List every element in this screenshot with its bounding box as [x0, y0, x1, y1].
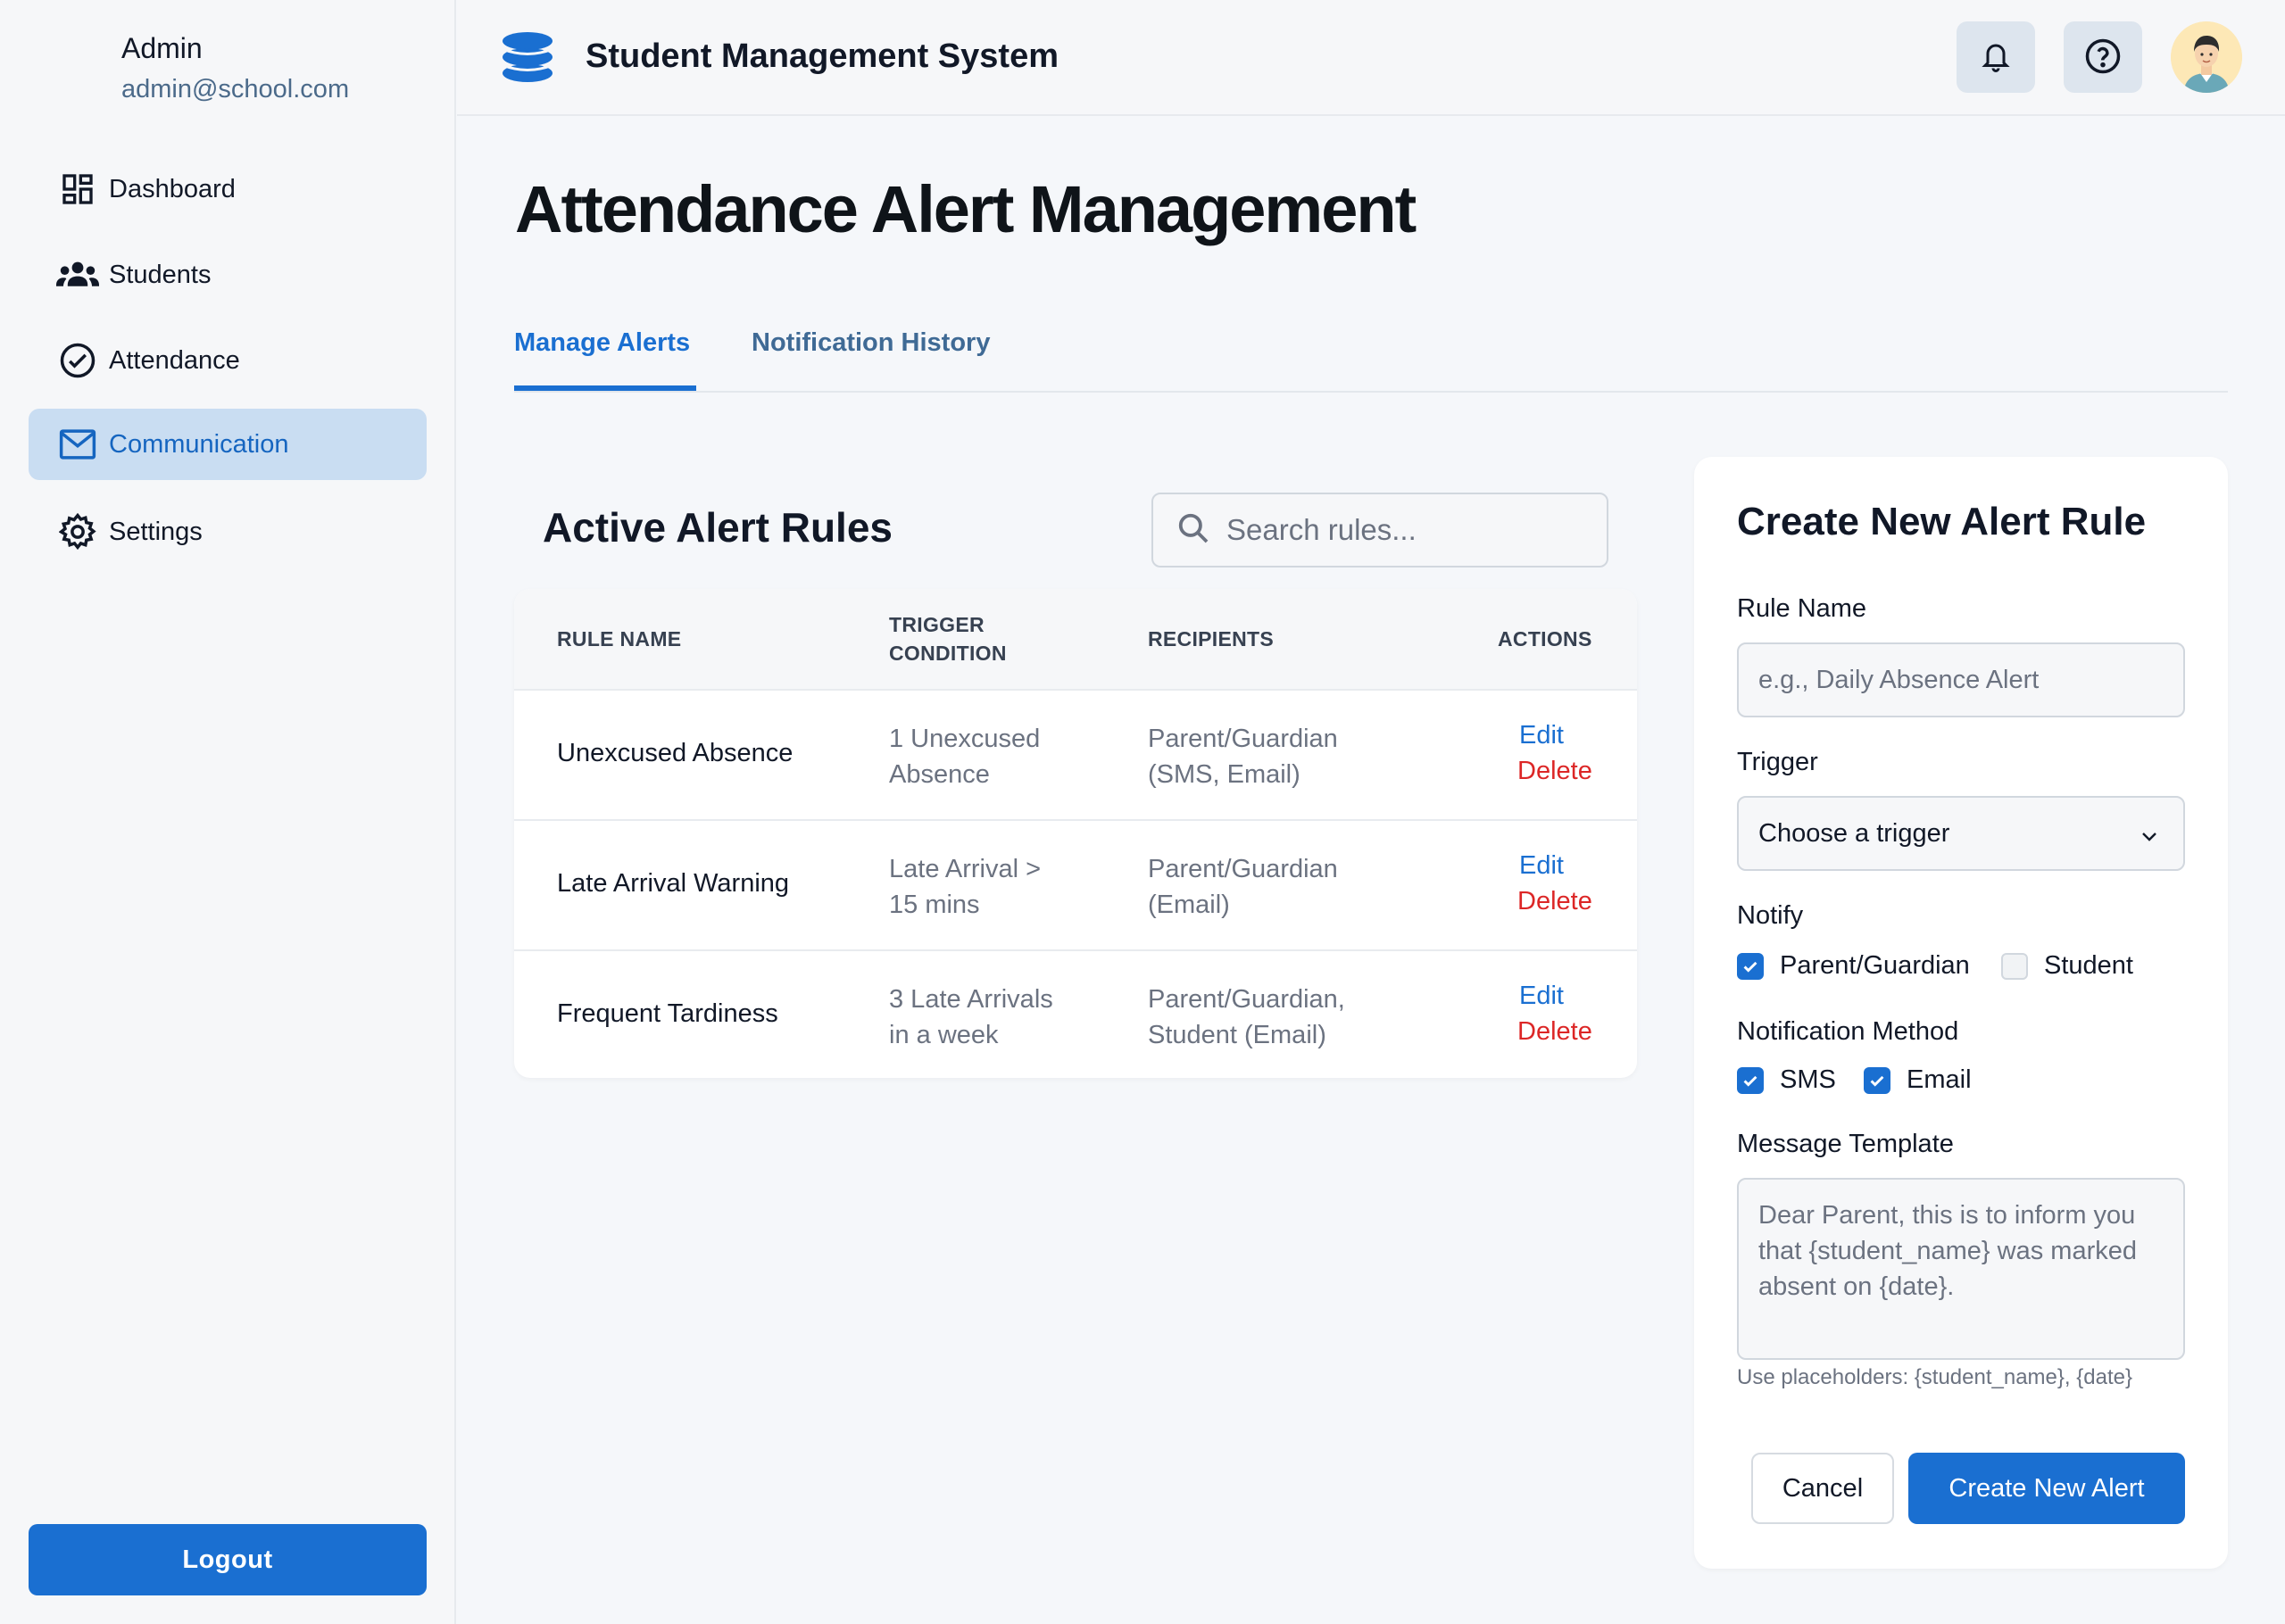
sidebar-item-label: Communication [109, 429, 289, 459]
recipients: Parent/Guardian [1148, 725, 1338, 753]
trigger-select[interactable]: Choose a trigger [1737, 796, 2185, 871]
edit-button[interactable]: Edit [1519, 851, 1564, 881]
recipients: Student (Email) [1148, 1021, 1326, 1049]
user-email: admin@school.com [121, 75, 350, 104]
column-header-recipients: RECIPIENTS [1148, 627, 1275, 650]
edit-button[interactable]: Edit [1519, 721, 1564, 750]
rule-name-input[interactable] [1737, 642, 2185, 717]
notifications-button[interactable] [1957, 21, 2035, 93]
sidebar-item-label: Attendance [109, 345, 240, 375]
delete-button[interactable]: Delete [1517, 757, 1592, 786]
cancel-button[interactable]: Cancel [1751, 1453, 1894, 1524]
message-template-textarea[interactable]: Dear Parent, this is to inform you that … [1737, 1178, 2185, 1360]
sidebar-item-settings[interactable]: Settings [29, 496, 427, 568]
database-logo-icon [502, 32, 553, 87]
tab-manage-alerts[interactable]: Manage Alerts [514, 328, 690, 358]
sidebar-item-dashboard[interactable]: Dashboard [29, 153, 427, 225]
student-checkbox[interactable] [2001, 953, 2028, 980]
sidebar-item-students[interactable]: Students [29, 239, 427, 311]
table-header: RULE NAME TRIGGER CONDITION RECIPIENTS A… [514, 589, 1637, 689]
form-title: Create New Alert Rule [1737, 500, 2147, 543]
sms-label: SMS [1780, 1065, 1836, 1094]
column-header-actions: ACTIONS [1498, 627, 1592, 650]
sidebar: Admin admin@school.com Dashboard Student… [0, 0, 456, 1624]
active-tab-indicator [514, 385, 696, 391]
sidebar-item-label: Students [109, 260, 212, 289]
template-line: Dear Parent, this is to inform you [1758, 1201, 2136, 1230]
placeholder-hint: Use placeholders: {student_name}, {date} [1737, 1365, 2132, 1389]
app-title: Student Management System [586, 37, 1059, 75]
recipients: Parent/Guardian [1148, 855, 1338, 883]
trigger-condition: Late Arrival > [889, 855, 1042, 883]
recipients: (Email) [1148, 891, 1230, 919]
email-label: Email [1907, 1065, 1972, 1094]
column-header-trigger: TRIGGER [889, 613, 985, 636]
sidebar-item-communication[interactable]: Communication [29, 409, 427, 480]
users-icon [29, 239, 114, 311]
rule-name: Frequent Tardiness [557, 999, 778, 1028]
trigger-condition: in a week [889, 1021, 999, 1049]
user-name: Admin [121, 32, 203, 64]
rule-name: Unexcused Absence [557, 739, 794, 767]
logout-button[interactable]: Logout [29, 1524, 427, 1595]
check-circle-icon [29, 325, 114, 396]
search-box[interactable] [1151, 493, 1608, 568]
section-title: Active Alert Rules [543, 504, 893, 551]
rule-name-label: Rule Name [1737, 594, 1867, 623]
sidebar-item-attendance[interactable]: Attendance [29, 325, 427, 396]
avatar[interactable] [2171, 21, 2242, 93]
chevron-down-icon [2139, 824, 2160, 854]
parent-guardian-label: Parent/Guardian [1780, 951, 1970, 980]
sidebar-item-label: Settings [109, 517, 203, 546]
trigger-select-value: Choose a trigger [1758, 818, 1950, 848]
notification-method-label: Notification Method [1737, 1017, 1959, 1046]
help-icon [2084, 37, 2122, 78]
sidebar-item-label: Dashboard [109, 174, 236, 203]
trigger-condition: Absence [889, 760, 990, 789]
top-header: Student Management System [457, 0, 2285, 116]
delete-button[interactable]: Delete [1517, 887, 1592, 916]
create-alert-form: Create New Alert Rule Rule Name Trigger … [1694, 457, 2228, 1569]
search-icon [1176, 511, 1210, 550]
column-header-condition: CONDITION [889, 642, 1007, 665]
trigger-condition: 3 Late Arrivals [889, 985, 1053, 1014]
trigger-label: Trigger [1737, 748, 1818, 776]
delete-button[interactable]: Delete [1517, 1017, 1592, 1047]
tab-notification-history[interactable]: Notification History [752, 328, 990, 358]
tab-bar: Manage Alerts Notification History [514, 321, 2228, 393]
template-line: that {student_name} was marked [1758, 1237, 2137, 1265]
student-label: Student [2044, 951, 2133, 980]
help-button[interactable] [2064, 21, 2142, 93]
table-row: Late Arrival Warning Late Arrival > 15 m… [514, 819, 1637, 949]
trigger-condition: 15 mins [889, 891, 980, 919]
table-row: Unexcused Absence 1 Unexcused Absence Pa… [514, 689, 1637, 819]
bell-icon [1980, 38, 2012, 77]
page-title: Attendance Alert Management [515, 172, 1417, 246]
create-alert-button[interactable]: Create New Alert [1908, 1453, 2185, 1524]
template-line: absent on {date}. [1758, 1272, 1955, 1301]
parent-guardian-checkbox[interactable] [1737, 953, 1764, 980]
column-header-rule-name: RULE NAME [557, 627, 682, 650]
notify-label: Notify [1737, 901, 1804, 930]
rule-name: Late Arrival Warning [557, 869, 790, 898]
message-template-label: Message Template [1737, 1130, 1954, 1158]
recipients: Parent/Guardian, [1148, 985, 1345, 1014]
alert-rules-table: RULE NAME TRIGGER CONDITION RECIPIENTS A… [514, 589, 1637, 1078]
table-row: Frequent Tardiness 3 Late Arrivals in a … [514, 949, 1637, 1080]
sms-checkbox[interactable] [1737, 1067, 1764, 1094]
dashboard-icon [29, 153, 114, 225]
mail-icon [29, 409, 114, 480]
gear-icon [29, 496, 114, 568]
recipients: (SMS, Email) [1148, 760, 1300, 789]
email-checkbox[interactable] [1864, 1067, 1890, 1094]
search-input[interactable] [1226, 513, 1583, 547]
edit-button[interactable]: Edit [1519, 982, 1564, 1011]
trigger-condition: 1 Unexcused [889, 725, 1041, 753]
